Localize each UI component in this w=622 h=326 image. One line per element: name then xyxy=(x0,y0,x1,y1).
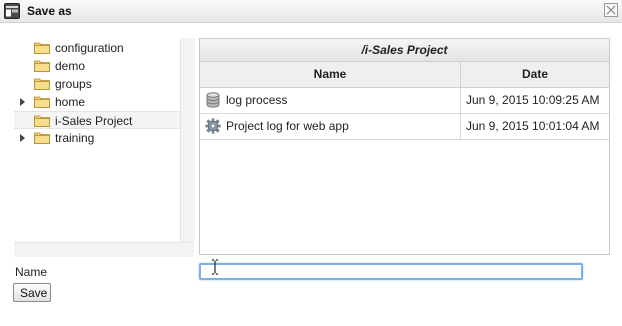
tree-item[interactable]: home xyxy=(14,93,180,111)
tree-vertical-scrollbar[interactable] xyxy=(180,38,195,242)
file-list-header: Name Date xyxy=(200,62,609,88)
name-input[interactable] xyxy=(199,263,583,280)
folder-tree: configuration demo groups home i-Sales Proje… xyxy=(14,38,180,242)
expand-arrow-icon[interactable] xyxy=(20,98,25,106)
tree-item[interactable]: demo xyxy=(14,57,180,75)
tree-item[interactable]: groups xyxy=(14,75,180,93)
folder-icon xyxy=(34,115,50,127)
column-header-date[interactable]: Date xyxy=(461,62,609,87)
tree-item[interactable]: i-Sales Project xyxy=(14,111,180,129)
folder-icon xyxy=(34,132,50,144)
tree-item[interactable]: training xyxy=(14,129,180,147)
folder-icon xyxy=(34,42,50,54)
window-icon xyxy=(4,3,20,19)
file-list: /i-Sales Project Name Date log process J… xyxy=(199,38,610,255)
file-name-cell: log process xyxy=(200,88,461,113)
tree-item[interactable]: configuration xyxy=(14,39,180,57)
save-button[interactable]: Save xyxy=(13,283,51,302)
tree-item-label: training xyxy=(55,131,95,145)
file-date: Jun 9, 2015 10:01:04 AM xyxy=(466,119,600,133)
file-name: log process xyxy=(226,93,288,107)
tree-horizontal-scrollbar[interactable] xyxy=(14,242,194,257)
tree-item-label: configuration xyxy=(55,41,124,55)
file-name: Project log for web app xyxy=(226,119,349,133)
name-label: Name xyxy=(15,265,48,279)
file-date: Jun 9, 2015 10:09:25 AM xyxy=(466,93,600,107)
column-header-name[interactable]: Name xyxy=(200,62,461,87)
dialog-title: Save as xyxy=(27,4,72,18)
tree-item-label: demo xyxy=(55,59,86,73)
folder-icon xyxy=(34,96,50,108)
text-cursor-icon xyxy=(212,259,218,275)
expand-arrow-icon[interactable] xyxy=(20,134,25,142)
gear-icon xyxy=(205,118,221,134)
folder-icon xyxy=(34,60,50,72)
file-name-cell: Project log for web app xyxy=(200,114,461,139)
table-row[interactable]: log process Jun 9, 2015 10:09:25 AM xyxy=(200,88,609,114)
table-row[interactable]: Project log for web app Jun 9, 2015 10:0… xyxy=(200,114,609,140)
database-icon xyxy=(206,92,220,108)
folder-icon xyxy=(34,78,50,90)
tree-item-label: i-Sales Project xyxy=(55,114,133,128)
close-icon xyxy=(606,5,616,15)
current-path: /i-Sales Project xyxy=(200,39,609,62)
close-button[interactable] xyxy=(604,3,618,17)
title-bar: Save as xyxy=(0,0,622,23)
tree-item-label: home xyxy=(55,95,86,109)
tree-item-label: groups xyxy=(55,77,92,91)
